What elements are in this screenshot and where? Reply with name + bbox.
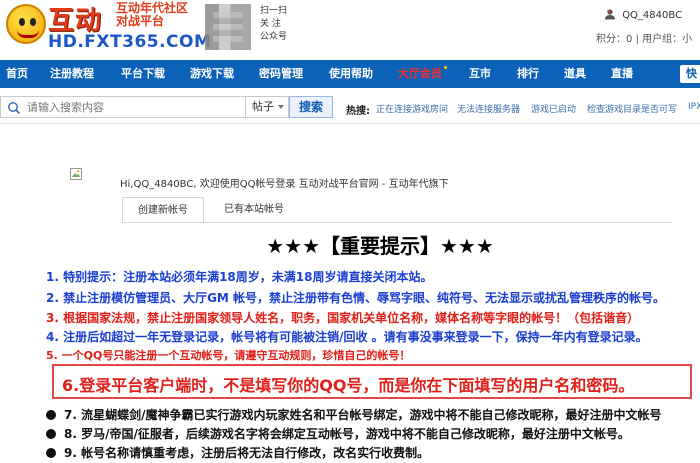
- hot-search-link[interactable]: 游戏已启动: [531, 102, 576, 115]
- search-bar: 帖子 搜索 热搜: 正在连接游戏房间 无法连接服务器 游戏已启动 检查游戏目录是…: [0, 88, 700, 124]
- rule-item: 2. 禁止注册模仿管理员、大厅GM 帐号，禁止注册带有色情、辱骂字眼、纯符号、无…: [46, 291, 666, 305]
- qr-code-image: [205, 4, 251, 50]
- user-info: QQ_4840BC: [604, 8, 682, 21]
- qr-caption: 扫一扫 关 注 公众号: [260, 5, 287, 44]
- highlight-notice: 6.登录平台客户端时，不是填写你的QQ号，而是你在下面填写的用户名和密码。: [52, 364, 692, 399]
- hot-search-link[interactable]: 无法连接服务器: [457, 102, 520, 115]
- nav-item-items[interactable]: 道具: [564, 60, 586, 88]
- broken-image-icon: [70, 168, 82, 180]
- nav-item-market[interactable]: 互市: [469, 60, 491, 88]
- bullet-icon: [46, 448, 56, 458]
- search-input[interactable]: [27, 97, 242, 117]
- group-label: 用户组：小: [642, 34, 693, 45]
- search-button[interactable]: 搜索: [289, 96, 333, 118]
- notice-title: ★★★【重要提示】★★★: [266, 234, 494, 258]
- rule-item: 5. 一个QQ号只能注册一个互动帐号，请遵守互动规则，珍惜自己的帐号！: [46, 349, 411, 362]
- nav-quick-button[interactable]: 快: [680, 65, 700, 83]
- bullet-rule-text: 7. 流星蝴蝶剑/魔神争霸已实行游戏内玩家姓名和平台帐号绑定，游戏中将不能自己修…: [64, 408, 662, 422]
- welcome-text: Hi,QQ_4840BC, 欢迎使用QQ帐号登录 互动对战平台官网 - 互动年代…: [120, 179, 449, 190]
- user-icon: [605, 9, 615, 20]
- qr-caption-line: 公众号: [260, 32, 288, 42]
- search-type-select[interactable]: 帖子: [245, 96, 289, 118]
- logo-slogan: 互动年代社区 对战平台: [116, 2, 188, 28]
- site-header: 互动 互动年代社区 对战平台 HD.FXT365.COM 扫一扫 关 注 公众号…: [0, 0, 700, 60]
- logo-domain[interactable]: HD.FXT365.COM: [48, 32, 211, 52]
- points-label: 积分：0: [596, 34, 633, 45]
- highlight-text: 6.登录平台客户端时，不是填写你的QQ号，而是你在下面填写的用户名和密码。: [62, 376, 635, 395]
- tab-divider: [122, 222, 672, 223]
- qr-caption-line: 关 注: [260, 19, 281, 29]
- username-link[interactable]: QQ_4840BC: [622, 10, 682, 21]
- tab-existing-account[interactable]: 已有本站帐号: [212, 197, 296, 223]
- bullet-rule-item: 9. 帐号名称请慎重考虑，注册后将无法自行修改，改名实行收费制。: [46, 444, 429, 461]
- logo-slogan-line2: 对战平台: [116, 14, 165, 28]
- hot-search-label: 热搜:: [346, 106, 370, 117]
- nav-item-game-download[interactable]: 游戏下载: [190, 60, 234, 88]
- rule-item: 1. 特别提示：注册本站必须年满18周岁，未满18周岁请直接关闭本站。: [46, 270, 433, 284]
- search-type-label: 帖子: [252, 100, 274, 113]
- search-icon: [8, 102, 21, 115]
- nav-item-live[interactable]: 直播: [611, 60, 633, 88]
- nav-item-platform-download[interactable]: 平台下载: [121, 60, 165, 88]
- user-stats: 积分：0 | 用户组：小: [596, 30, 692, 45]
- qr-caption-line: 扫一扫: [260, 6, 288, 16]
- main-nav: 首页 注册教程 平台下载 游戏下载 密码管理 使用帮助 大厅会员 互市 排行 道…: [0, 60, 700, 88]
- hot-search-link[interactable]: IPX: [688, 102, 700, 112]
- bullet-rule-text: 8. 罗马/帝国/征服者，后续游戏名字将会绑定互动帐号，游戏中将不能自己修改昵称…: [64, 427, 630, 441]
- hot-search-link[interactable]: 检查游戏目录是否可写: [587, 102, 677, 115]
- nav-item-password[interactable]: 密码管理: [259, 60, 303, 88]
- nav-item-ranking[interactable]: 排行: [517, 60, 539, 88]
- chevron-down-icon: [278, 105, 284, 109]
- rule-item: 4. 注册后如超过一年无登录记录，帐号将有可能被注销/回收 。请有事没事来登录一…: [46, 330, 648, 344]
- bullet-rule-item: 7. 流星蝴蝶剑/魔神争霸已实行游戏内玩家姓名和平台帐号绑定，游戏中将不能自己修…: [46, 406, 661, 423]
- bullet-icon: [46, 410, 56, 420]
- nav-item-register-guide[interactable]: 注册教程: [50, 60, 94, 88]
- bullet-rule-item: 8. 罗马/帝国/征服者，后续游戏名字将会绑定互动帐号，游戏中将不能自己修改昵称…: [46, 425, 630, 442]
- nav-item-home[interactable]: 首页: [6, 60, 28, 88]
- bullet-icon: [46, 429, 56, 439]
- nav-item-help[interactable]: 使用帮助: [329, 60, 373, 88]
- tab-create-account[interactable]: 创建新帐号: [122, 197, 204, 223]
- bullet-rule-text: 9. 帐号名称请慎重考虑，注册后将无法自行修改，改名实行收费制。: [64, 446, 430, 460]
- nav-item-vip[interactable]: 大厅会员: [398, 60, 447, 88]
- search-field: [0, 96, 245, 118]
- logo-mascot-icon[interactable]: [6, 4, 46, 44]
- hot-search-link[interactable]: 正在连接游戏房间: [376, 102, 448, 115]
- rule-item: 3. 根据国家法规，禁止注册国家领导人姓名，职务，国家机关单位名称，媒体名称等字…: [46, 311, 640, 325]
